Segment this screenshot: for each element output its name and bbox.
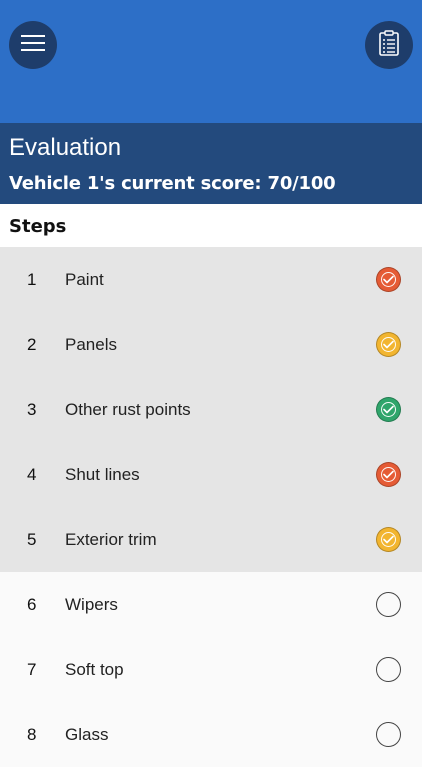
step-number: 1 [27, 269, 37, 289]
step-label: Other rust points [65, 399, 191, 419]
step-number: 5 [27, 529, 37, 549]
step-label: Soft top [65, 659, 124, 679]
step-label: Shut lines [65, 464, 140, 484]
step-label: Wipers [65, 594, 118, 614]
status-check-green-icon[interactable] [376, 397, 401, 422]
status-check-red-icon[interactable] [376, 267, 401, 292]
step-row[interactable]: 5 Exterior trim [0, 507, 422, 572]
step-row[interactable]: 4 Shut lines [0, 442, 422, 507]
step-row[interactable]: 7 Soft top [0, 637, 422, 702]
status-check-yellow-icon[interactable] [376, 332, 401, 357]
step-row[interactable]: 3 Other rust points [0, 377, 422, 442]
step-number: 7 [27, 659, 37, 679]
steps-heading: Steps [9, 216, 67, 237]
hamburger-menu-icon [21, 34, 45, 57]
clipboard-button[interactable] [365, 21, 413, 69]
current-score: Vehicle 1's current score: 70/100 [9, 173, 336, 194]
steps-section-header: Steps [0, 204, 422, 248]
step-label: Panels [65, 334, 117, 354]
step-number: 3 [27, 399, 37, 419]
step-row[interactable]: 8 Glass [0, 702, 422, 767]
step-label: Exterior trim [65, 529, 157, 549]
menu-button[interactable] [9, 21, 57, 69]
evaluation-header: Evaluation Vehicle 1's current score: 70… [0, 123, 422, 204]
steps-list: 1 Paint 2 Panels 3 Other rust points 4 Shut lin… [0, 247, 422, 767]
step-number: 6 [27, 594, 37, 614]
step-number: 8 [27, 724, 37, 744]
clipboard-list-icon [379, 29, 399, 61]
step-label: Paint [65, 269, 104, 289]
step-row[interactable]: 1 Paint [0, 247, 422, 312]
step-row[interactable]: 2 Panels [0, 312, 422, 377]
page-title: Evaluation [9, 134, 122, 161]
step-number: 2 [27, 334, 37, 354]
status-check-yellow-icon[interactable] [376, 527, 401, 552]
step-label: Glass [65, 724, 109, 744]
status-check-red-icon[interactable] [376, 462, 401, 487]
status-circle-empty-icon[interactable] [376, 657, 401, 682]
step-number: 4 [27, 464, 37, 484]
top-bar [0, 0, 422, 123]
step-row[interactable]: 6 Wipers [0, 572, 422, 637]
status-circle-empty-icon[interactable] [376, 722, 401, 747]
status-circle-empty-icon[interactable] [376, 592, 401, 617]
